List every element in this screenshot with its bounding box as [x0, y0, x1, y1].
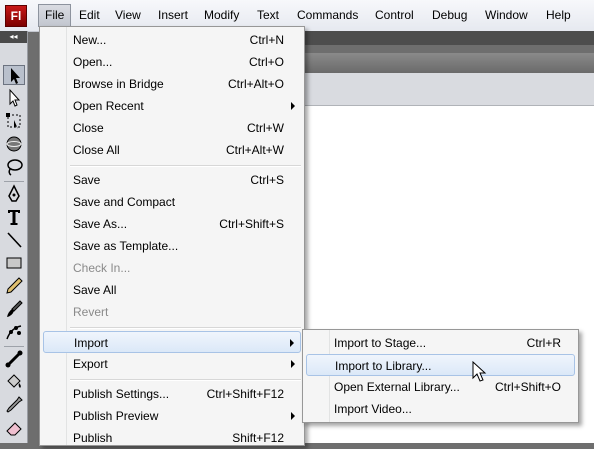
menu-commands[interactable]: Commands [291, 4, 364, 27]
menu-window[interactable]: Window [479, 4, 534, 27]
eyedropper-tool-icon[interactable] [3, 395, 25, 415]
menu-item-publish-preview[interactable]: Publish Preview [43, 405, 301, 427]
submenu-arrow-icon [291, 102, 295, 110]
menu-item-revert: Revert [73, 305, 109, 319]
menu-item-import-video[interactable]: Import Video... [306, 398, 575, 420]
rectangle-tool-icon[interactable] [3, 253, 25, 273]
text-tool-icon[interactable] [3, 207, 25, 227]
menu-control[interactable]: Control [369, 4, 420, 27]
lasso-tool-icon[interactable] [3, 157, 25, 177]
3d-rotation-tool-icon[interactable] [3, 134, 25, 154]
eraser-tool-icon[interactable] [3, 418, 25, 438]
menu-item-publish[interactable]: Publish Shift+F12 [43, 427, 301, 449]
timeline-header [302, 53, 594, 73]
panel-header [302, 31, 594, 45]
menu-edit[interactable]: Edit [73, 4, 106, 27]
menu-item-open[interactable]: Open... Ctrl+O [43, 51, 301, 73]
flash-logo-icon: Fl [5, 5, 27, 27]
menu-item-save[interactable]: Save Ctrl+S [43, 169, 301, 191]
tools-panel: ◂◂ [0, 31, 28, 443]
mouse-cursor-icon [472, 361, 487, 382]
menu-item-open-recent[interactable]: Open Recent [43, 95, 301, 117]
paint-bucket-tool-icon[interactable] [3, 372, 25, 392]
pencil-tool-icon[interactable] [3, 276, 25, 296]
brush-tool-icon[interactable] [3, 299, 25, 319]
line-tool-icon[interactable] [3, 230, 25, 250]
menu-item-close-all[interactable]: Close All Ctrl+Alt+W [43, 139, 301, 161]
menu-item-save-as[interactable]: Save As... Ctrl+Shift+S [43, 213, 301, 235]
submenu-arrow-icon [291, 360, 295, 368]
menu-item-browse-in-bridge[interactable]: Browse in Bridge Ctrl+Alt+O [43, 73, 301, 95]
menu-item-import[interactable]: Import [43, 331, 301, 353]
menu-modify[interactable]: Modify [198, 4, 245, 27]
menu-debug[interactable]: Debug [426, 4, 473, 27]
menu-item-import-to-stage[interactable]: Import to Stage... Ctrl+R [306, 332, 575, 354]
selection-tool-icon[interactable] [3, 65, 25, 85]
collapse-arrows-icon[interactable]: ◂◂ [0, 31, 27, 43]
import-submenu: Import to Stage... Ctrl+R Import to Libr… [302, 329, 579, 423]
menu-item-open-external-library[interactable]: Open External Library... Ctrl+Shift+O [306, 376, 575, 398]
submenu-arrow-icon [290, 339, 294, 347]
menu-item-publish-settings[interactable]: Publish Settings... Ctrl+Shift+F12 [43, 383, 301, 405]
menu-item-check-in: Check In... [73, 261, 131, 275]
menu-help[interactable]: Help [540, 4, 577, 27]
menu-item-save-all[interactable]: Save All [43, 279, 301, 301]
menu-insert[interactable]: Insert [152, 4, 194, 27]
menu-item-close[interactable]: Close Ctrl+W [43, 117, 301, 139]
bone-tool-icon[interactable] [3, 349, 25, 369]
submenu-arrow-icon [291, 412, 295, 420]
free-transform-tool-icon[interactable] [3, 111, 25, 131]
menu-file[interactable]: File [38, 4, 72, 27]
deco-tool-icon[interactable] [3, 322, 25, 342]
menu-separator [70, 165, 301, 167]
menu-item-new[interactable]: New... Ctrl+N [43, 29, 301, 51]
subselection-tool-icon[interactable] [3, 88, 25, 108]
menu-item-save-and-compact[interactable]: Save and Compact [43, 191, 301, 213]
edit-bar [302, 73, 594, 106]
pen-tool-icon[interactable] [3, 184, 25, 204]
menu-view[interactable]: View [109, 4, 147, 27]
menu-separator [70, 379, 301, 381]
menu-item-save-as-template[interactable]: Save as Template... [43, 235, 301, 257]
file-menu-dropdown: New... Ctrl+N Open... Ctrl+O Browse in B… [39, 26, 305, 446]
menu-item-export[interactable]: Export [43, 353, 301, 375]
menu-separator [70, 327, 301, 329]
menu-item-import-to-library[interactable]: Import to Library... [306, 354, 575, 376]
menu-text[interactable]: Text [251, 4, 285, 27]
